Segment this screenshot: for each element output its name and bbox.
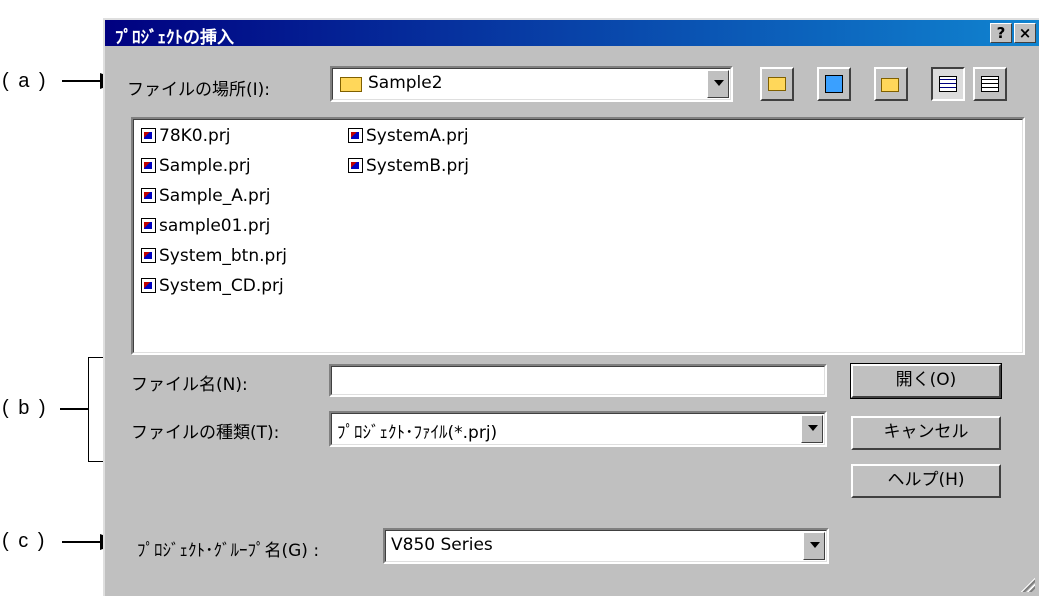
look-in-value: Sample2 xyxy=(368,73,443,93)
project-group-name-label: ﾌﾟﾛｼﾞｪｸﾄ･ｸﾞﾙｰﾌﾟ名(G) : xyxy=(137,541,320,561)
project-group-name-value: V850 Series xyxy=(391,535,493,555)
file-list[interactable]: 78K0.prj Sample.prj Sample_A.prj sample0… xyxy=(131,117,1025,355)
resize-grip[interactable] xyxy=(1019,576,1035,592)
project-file-icon xyxy=(141,158,156,173)
new-folder-icon xyxy=(881,78,899,92)
list-item[interactable]: sample01.prj xyxy=(141,216,270,238)
annotation-b: ( b ) xyxy=(2,397,48,419)
up-one-level-button[interactable] xyxy=(760,67,794,101)
details-view-icon xyxy=(981,76,999,92)
annotation-a: ( a ) xyxy=(2,70,48,92)
details-view-button[interactable] xyxy=(973,67,1007,101)
project-file-icon xyxy=(141,188,156,203)
desktop-icon xyxy=(825,75,843,93)
insert-project-dialog: ﾌﾟﾛｼﾞｪｸﾄの挿入 ? × ファイルの場所(I): Sample2 78K0… xyxy=(103,18,1039,596)
project-group-name-combo[interactable]: V850 Series xyxy=(383,528,829,564)
look-in-label: ファイルの場所(I): xyxy=(127,80,271,100)
open-button[interactable]: 開く(O) xyxy=(850,363,1002,399)
desktop-button[interactable] xyxy=(817,67,851,101)
close-button[interactable]: × xyxy=(1014,23,1036,43)
list-item[interactable]: System_btn.prj xyxy=(141,246,287,268)
list-item[interactable]: 78K0.prj xyxy=(141,126,231,148)
cancel-button[interactable]: キャンセル xyxy=(851,416,1001,450)
project-file-icon xyxy=(141,248,156,263)
file-type-dropdown-button[interactable] xyxy=(801,415,823,443)
project-file-icon xyxy=(141,278,156,293)
project-file-icon xyxy=(348,128,363,143)
project-group-name-dropdown-button[interactable] xyxy=(803,532,825,560)
up-folder-icon xyxy=(768,77,786,91)
help-title-button[interactable]: ? xyxy=(990,23,1012,43)
look-in-dropdown-button[interactable] xyxy=(707,70,729,98)
annotation-b-line xyxy=(60,408,88,410)
folder-icon xyxy=(340,77,362,92)
create-new-folder-button[interactable] xyxy=(874,67,908,101)
project-file-icon xyxy=(141,218,156,233)
title-bar[interactable]: ﾌﾟﾛｼﾞｪｸﾄの挿入 ? × xyxy=(105,20,1039,48)
list-view-button[interactable] xyxy=(931,67,965,101)
project-file-icon xyxy=(348,158,363,173)
file-type-combo[interactable]: ﾌﾟﾛｼﾞｪｸﾄ･ﾌｧｲﾙ(*.prj) xyxy=(329,411,827,447)
list-item[interactable]: System_CD.prj xyxy=(141,276,284,298)
list-item[interactable]: Sample.prj xyxy=(141,156,251,178)
file-type-value: ﾌﾟﾛｼﾞｪｸﾄ･ﾌｧｲﾙ(*.prj) xyxy=(337,423,498,443)
list-item[interactable]: SystemA.prj xyxy=(348,126,469,148)
look-in-combo[interactable]: Sample2 xyxy=(330,66,733,102)
file-name-input[interactable] xyxy=(329,364,827,397)
dialog-title: ﾌﾟﾛｼﾞｪｸﾄの挿入 xyxy=(115,28,234,48)
list-item[interactable]: Sample_A.prj xyxy=(141,186,270,208)
help-button[interactable]: ヘルプ(H) xyxy=(851,464,1001,498)
file-name-label: ファイル名(N): xyxy=(131,375,248,395)
file-type-label: ファイルの種類(T): xyxy=(131,423,280,443)
annotation-c: ( c ) xyxy=(2,530,47,552)
project-file-icon xyxy=(141,128,156,143)
list-item[interactable]: SystemB.prj xyxy=(348,156,469,178)
list-view-icon xyxy=(939,76,957,92)
